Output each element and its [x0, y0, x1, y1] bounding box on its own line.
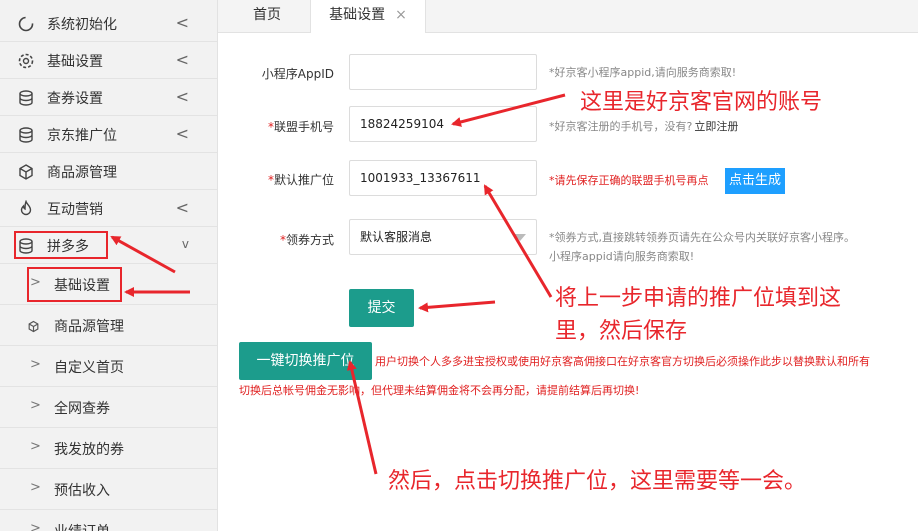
switch-promo-button[interactable]: 一键切换推广位 [239, 342, 372, 380]
coupon-hint-2: 小程序appid请向服务商索取! [549, 250, 695, 263]
tab-home[interactable]: 首页 [228, 0, 306, 32]
sidebar: 系统初始化 < 基础设置 < 查券设置 < 京东推广位 < 商品源管理 互动营销… [0, 0, 218, 531]
chevron-left-icon: < [175, 124, 189, 143]
chevron-right-icon: > [30, 480, 41, 495]
sidebar-item-label: 京东推广位 [47, 128, 117, 144]
sidebar-subitem-label: 业绩订单 [54, 521, 110, 531]
highlight-box-basic-settings [27, 267, 122, 302]
select-value: 默认客服消息 [360, 230, 433, 244]
sidebar-subitem-label: 商品源管理 [54, 319, 124, 335]
sidebar-item-basic-settings[interactable]: 基础设置 < [0, 43, 217, 79]
switch-note-1: 用户切换个人多多进宝授权或使用好京客高佣接口在好京客官方切换后必须操作此步以替换… [375, 355, 870, 368]
phone-hint: *好京客注册的手机号，没有? 立即注册 [549, 120, 739, 133]
cube-icon [28, 320, 39, 333]
chevron-right-icon: > [30, 439, 41, 454]
chevron-left-icon: < [175, 198, 189, 217]
switch-note-2: 切换后总帐号佣金无影响，但代理未结算佣金将不会再分配，请提前结算后再切换! [239, 384, 640, 397]
sidebar-subitem-all-coupons[interactable]: > 全网查券 [0, 388, 217, 428]
sidebar-item-label: 互动营销 [47, 202, 103, 218]
database-icon [19, 127, 33, 143]
submit-button[interactable]: 提交 [349, 289, 414, 327]
sidebar-subitem-label: 自定义首页 [54, 360, 124, 376]
chevron-right-icon: > [30, 521, 41, 531]
coupon-method-select[interactable]: 默认客服消息 [349, 219, 537, 255]
pid-label: *默认推广位 [267, 173, 334, 187]
sidebar-subitem-label: 预估收入 [54, 483, 110, 499]
sidebar-item-label: 商品源管理 [47, 165, 117, 181]
chevron-down-icon: v [181, 237, 189, 251]
sidebar-subitem-custom-home[interactable]: > 自定义首页 [0, 347, 217, 387]
chevron-left-icon: < [175, 13, 189, 32]
appid-input[interactable] [349, 54, 537, 90]
sidebar-subitem-label: 我发放的券 [54, 442, 124, 458]
tab-bar: 首页 基础设置 × [218, 0, 918, 33]
loading-circle-icon [18, 16, 34, 32]
tab-label: 首页 [253, 7, 281, 23]
coupon-hint-1: *领券方式,直接跳转领券页请先在公众号内关联好京客小程序。 [549, 231, 855, 244]
close-icon[interactable]: × [395, 7, 407, 23]
chevron-left-icon: < [175, 50, 189, 69]
sidebar-item-system-init[interactable]: 系统初始化 < [0, 6, 217, 42]
database-icon [19, 90, 33, 106]
phone-input[interactable]: 18824259104 [349, 106, 537, 142]
generate-button[interactable]: 点击生成 [725, 168, 785, 194]
annotation-fill-pid-1: 将上一步申请的推广位填到这 [555, 286, 842, 311]
pid-hint: *请先保存正确的联盟手机号再点 [549, 174, 709, 187]
flame-icon [20, 200, 32, 216]
sidebar-subitem-estimated-income[interactable]: > 预估收入 [0, 470, 217, 510]
annotation-fill-pid-2: 里，然后保存 [555, 319, 688, 344]
phone-label: *联盟手机号 [267, 120, 334, 134]
sidebar-subitem-product-source[interactable]: 商品源管理 [0, 306, 217, 346]
chevron-right-icon: > [30, 357, 41, 372]
appid-hint: *好京客小程序appid,请向服务商索取! [549, 66, 737, 79]
tab-basic-settings[interactable]: 基础设置 × [310, 0, 426, 33]
sidebar-subitem-my-coupons[interactable]: > 我发放的券 [0, 429, 217, 469]
sidebar-item-coupon-settings[interactable]: 查券设置 < [0, 80, 217, 116]
annotation-switch: 然后，点击切换推广位，这里需要等一会。 [388, 469, 807, 494]
cube-icon [19, 164, 33, 180]
chevron-right-icon: > [30, 398, 41, 413]
sidebar-subitem-label: 全网查券 [54, 401, 110, 417]
sidebar-subitem-orders[interactable]: > 业绩订单 [0, 511, 217, 531]
pid-input[interactable]: 1001933_13367611 [349, 160, 537, 196]
sidebar-item-label: 基础设置 [47, 54, 103, 70]
sidebar-item-marketing[interactable]: 互动营销 < [0, 191, 217, 227]
register-link[interactable]: 立即注册 [694, 120, 738, 133]
highlight-box-pinduoduo [14, 231, 108, 259]
arrow-to-submit [418, 300, 496, 313]
sidebar-item-label: 系统初始化 [47, 17, 117, 33]
gear-icon [18, 53, 34, 69]
annotation-account: 这里是好京客官网的账号 [580, 90, 823, 115]
tab-label: 基础设置 [329, 7, 386, 23]
dropdown-arrow-icon [514, 234, 526, 241]
chevron-left-icon: < [175, 87, 189, 106]
sidebar-item-label: 查券设置 [47, 91, 103, 107]
sidebar-item-jd-promo[interactable]: 京东推广位 < [0, 117, 217, 153]
sidebar-item-product-source[interactable]: 商品源管理 [0, 154, 217, 190]
appid-label: 小程序AppID [261, 67, 334, 81]
coupon-label: *领券方式 [279, 233, 334, 247]
